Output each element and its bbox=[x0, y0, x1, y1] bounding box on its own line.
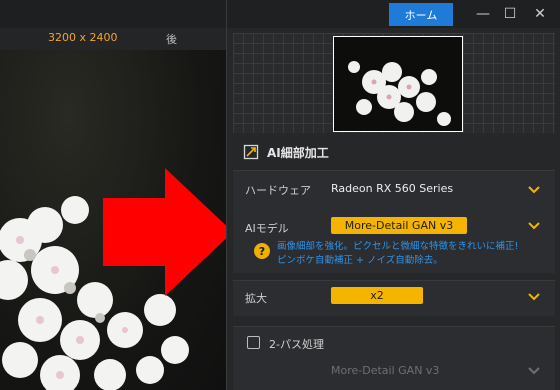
chevron-down-icon[interactable] bbox=[527, 290, 541, 304]
model-description-line2: ピンボケ自動補正 + ノイズ自動除去。 bbox=[277, 255, 443, 266]
chevron-down-icon[interactable] bbox=[527, 219, 541, 233]
scale-box: 拡大 x2 bbox=[233, 280, 555, 316]
preview-toolbar bbox=[0, 0, 226, 28]
chevron-down-icon[interactable] bbox=[527, 183, 541, 197]
model-description-line1: 画像細部を強化。ピクセルと微細な特徴をきれいに補正! bbox=[277, 241, 519, 252]
model-select[interactable]: More-Detail GAN v3 bbox=[331, 217, 467, 234]
resolution-label: 3200 x 2400 bbox=[48, 31, 118, 44]
scale-select[interactable]: x2 bbox=[331, 287, 423, 304]
thumbnail-image[interactable] bbox=[333, 36, 463, 132]
settings-panel: ホーム — ☐ ✕ AI細部加工 ハードウェア Radeon RX 560 Se… bbox=[226, 0, 560, 390]
title-bar: ホーム — ☐ ✕ bbox=[227, 0, 560, 28]
scale-label: 拡大 bbox=[245, 292, 267, 305]
maximize-icon[interactable]: ☐ bbox=[499, 4, 521, 24]
tab-after[interactable]: 後 bbox=[166, 31, 177, 47]
twopass-model-select[interactable]: More-Detail GAN v3 bbox=[331, 364, 439, 377]
home-button[interactable]: ホーム bbox=[389, 3, 453, 26]
red-arrow-icon bbox=[103, 168, 233, 296]
model-label: AIモデル bbox=[245, 222, 289, 235]
close-icon[interactable]: ✕ bbox=[529, 4, 551, 24]
preview-tabs: 3200 x 2400 後 bbox=[0, 28, 226, 50]
section-title: AI細部加工 bbox=[267, 145, 329, 160]
enhance-icon bbox=[243, 144, 259, 160]
section-header: AI細部加工 bbox=[243, 143, 329, 161]
help-icon[interactable]: ? bbox=[254, 243, 270, 259]
minimize-icon[interactable]: — bbox=[472, 4, 494, 24]
hardware-select[interactable]: Radeon RX 560 Series bbox=[331, 182, 453, 195]
app-window: 3200 x 2400 後 ホーム — ☐ ✕ AI細部加工 ハードウェア Ra… bbox=[0, 0, 560, 390]
thumbnail-blossoms bbox=[348, 61, 451, 126]
twopass-checkbox[interactable] bbox=[247, 336, 260, 349]
hardware-label: ハードウェア bbox=[245, 184, 311, 197]
twopass-box: 2-パス処理 More-Detail GAN v3 bbox=[233, 326, 555, 390]
chevron-down-icon[interactable] bbox=[527, 364, 541, 378]
thumbnail-area bbox=[233, 33, 555, 133]
twopass-label: 2-パス処理 bbox=[269, 338, 324, 351]
